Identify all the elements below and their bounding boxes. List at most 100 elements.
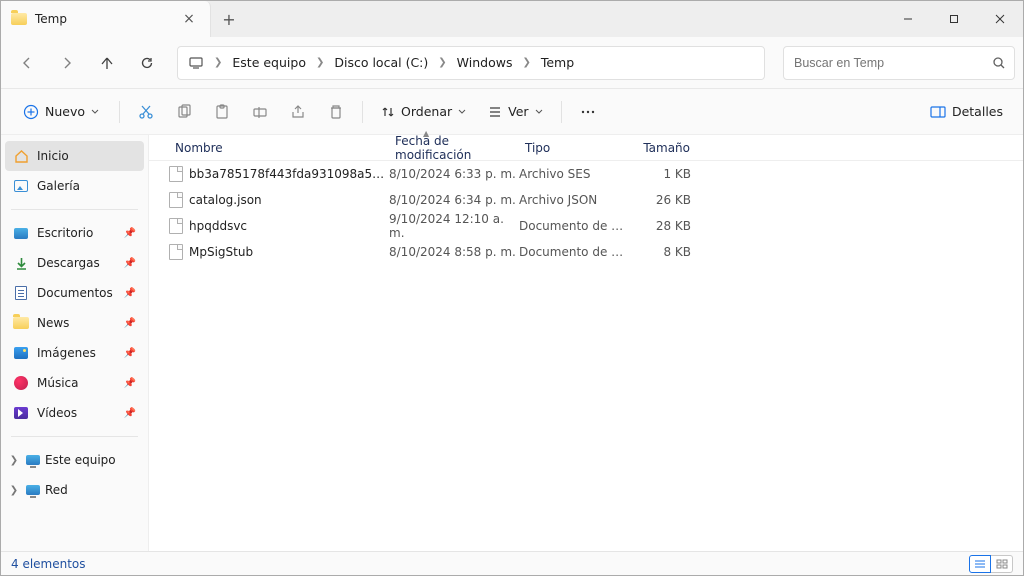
column-headers: Nombre Fecha de modificación Tipo Tamaño <box>149 135 1023 161</box>
details-pane-button[interactable]: Detalles <box>922 96 1011 128</box>
pin-icon: 📌 <box>124 348 136 359</box>
cell-size: 8 KB <box>627 245 697 259</box>
cell-type: Archivo SES <box>519 167 627 181</box>
file-icon <box>169 244 183 260</box>
chevron-down-icon <box>458 108 466 116</box>
folder-icon <box>11 13 27 25</box>
chevron-right-icon: ❯ <box>314 57 326 68</box>
chevron-right-icon: ❯ <box>520 57 532 68</box>
sort-button[interactable]: Ordenar <box>373 96 474 128</box>
tab-title: Temp <box>35 12 170 26</box>
window-controls <box>885 1 1023 37</box>
share-button <box>282 96 314 128</box>
file-icon <box>169 218 183 234</box>
sidebar-item-music[interactable]: Música 📌 <box>5 368 144 398</box>
pc-icon[interactable] <box>182 49 210 77</box>
new-tab-button[interactable]: + <box>211 1 247 37</box>
sidebar-item-label: Descargas <box>37 256 100 270</box>
desktop-icon <box>13 225 29 241</box>
toolbar: Nuevo Ordenar Ver Detalles <box>1 89 1023 135</box>
pin-icon: 📌 <box>124 288 136 299</box>
search-icon[interactable] <box>992 56 1006 70</box>
sidebar-item-label: Galería <box>37 179 80 193</box>
refresh-button[interactable] <box>129 47 165 79</box>
cell-date: 8/10/2024 6:33 p. m. <box>389 167 519 181</box>
back-button <box>9 47 45 79</box>
column-resize-icon[interactable]: ▲ <box>423 129 429 138</box>
sidebar-item-downloads[interactable]: Descargas 📌 <box>5 248 144 278</box>
rename-button <box>244 96 276 128</box>
column-header-date[interactable]: Fecha de modificación <box>389 134 519 162</box>
view-label: Ver <box>508 104 528 119</box>
table-row[interactable]: hpqddsvc9/10/2024 12:10 a. m.Documento d… <box>149 213 1023 239</box>
forward-button <box>49 47 85 79</box>
cell-name: hpqddsvc <box>169 218 389 234</box>
table-row[interactable]: MpSigStub8/10/2024 8:58 p. m.Documento d… <box>149 239 1023 265</box>
minimize-button[interactable] <box>885 1 931 37</box>
pin-icon: 📌 <box>124 408 136 419</box>
breadcrumb-item[interactable]: Disco local (C:) <box>328 51 434 74</box>
cell-type: Documento de te... <box>519 245 627 259</box>
breadcrumb-item[interactable]: Windows <box>451 51 519 74</box>
details-view-button[interactable] <box>969 555 991 573</box>
delete-button <box>320 96 352 128</box>
home-icon <box>13 148 29 164</box>
chevron-right-icon[interactable]: ❯ <box>7 485 21 496</box>
cell-name: catalog.json <box>169 192 389 208</box>
tab-active[interactable]: Temp × <box>1 1 211 37</box>
pc-icon <box>25 452 41 468</box>
sidebar-item-label: Inicio <box>37 149 69 163</box>
downloads-icon <box>13 255 29 271</box>
search-input[interactable] <box>792 55 992 71</box>
sidebar-item-documents[interactable]: Documentos 📌 <box>5 278 144 308</box>
sidebar-item-label: News <box>37 316 69 330</box>
sidebar-item-label: Escritorio <box>37 226 93 240</box>
titlebar: Temp × + <box>1 1 1023 37</box>
documents-icon <box>13 285 29 301</box>
table-row[interactable]: catalog.json8/10/2024 6:34 p. m.Archivo … <box>149 187 1023 213</box>
sidebar-tree-network[interactable]: ❯ Red <box>5 475 144 505</box>
file-list[interactable]: bb3a785178f443fda931098a5a9a306b.db.ses8… <box>149 161 1023 551</box>
tab-close-button[interactable]: × <box>178 11 200 27</box>
icons-view-button[interactable] <box>991 555 1013 573</box>
sidebar-item-label: Vídeos <box>37 406 77 420</box>
table-row[interactable]: bb3a785178f443fda931098a5a9a306b.db.ses8… <box>149 161 1023 187</box>
sidebar-item-desktop[interactable]: Escritorio 📌 <box>5 218 144 248</box>
cut-button[interactable] <box>130 96 162 128</box>
search-box[interactable] <box>783 46 1015 80</box>
cell-type: Documento de te... <box>519 219 627 233</box>
chevron-right-icon[interactable]: ❯ <box>7 455 21 466</box>
column-header-size[interactable]: Tamaño <box>627 141 697 155</box>
sidebar-item-pictures[interactable]: Imágenes 📌 <box>5 338 144 368</box>
breadcrumb-item[interactable]: Este equipo <box>226 51 312 74</box>
cell-type: Archivo JSON <box>519 193 627 207</box>
maximize-button[interactable] <box>931 1 977 37</box>
column-header-name[interactable]: Nombre <box>169 141 389 155</box>
cell-size: 28 KB <box>627 219 697 233</box>
sidebar-item-gallery[interactable]: Galería <box>5 171 144 201</box>
cell-date: 9/10/2024 12:10 a. m. <box>389 212 519 240</box>
view-button[interactable]: Ver <box>480 96 550 128</box>
sidebar-item-videos[interactable]: Vídeos 📌 <box>5 398 144 428</box>
file-icon <box>169 166 183 182</box>
new-button[interactable]: Nuevo <box>13 96 109 128</box>
navbar: ❯ Este equipo ❯ Disco local (C:) ❯ Windo… <box>1 37 1023 89</box>
more-button[interactable] <box>572 96 604 128</box>
paste-button <box>206 96 238 128</box>
sidebar-item-home[interactable]: Inicio <box>5 141 144 171</box>
network-icon <box>25 482 41 498</box>
sidebar-item-news[interactable]: News 📌 <box>5 308 144 338</box>
sidebar-tree-thispc[interactable]: ❯ Este equipo <box>5 445 144 475</box>
pin-icon: 📌 <box>124 318 136 329</box>
column-header-type[interactable]: Tipo <box>519 141 627 155</box>
pictures-icon <box>13 345 29 361</box>
status-bar: 4 elementos <box>1 551 1023 575</box>
cell-date: 8/10/2024 6:34 p. m. <box>389 193 519 207</box>
up-button[interactable] <box>89 47 125 79</box>
pin-icon: 📌 <box>124 228 136 239</box>
breadcrumb[interactable]: ❯ Este equipo ❯ Disco local (C:) ❯ Windo… <box>177 46 765 80</box>
close-button[interactable] <box>977 1 1023 37</box>
chevron-right-icon: ❯ <box>212 57 224 68</box>
music-icon <box>13 375 29 391</box>
breadcrumb-item[interactable]: Temp <box>535 51 580 74</box>
